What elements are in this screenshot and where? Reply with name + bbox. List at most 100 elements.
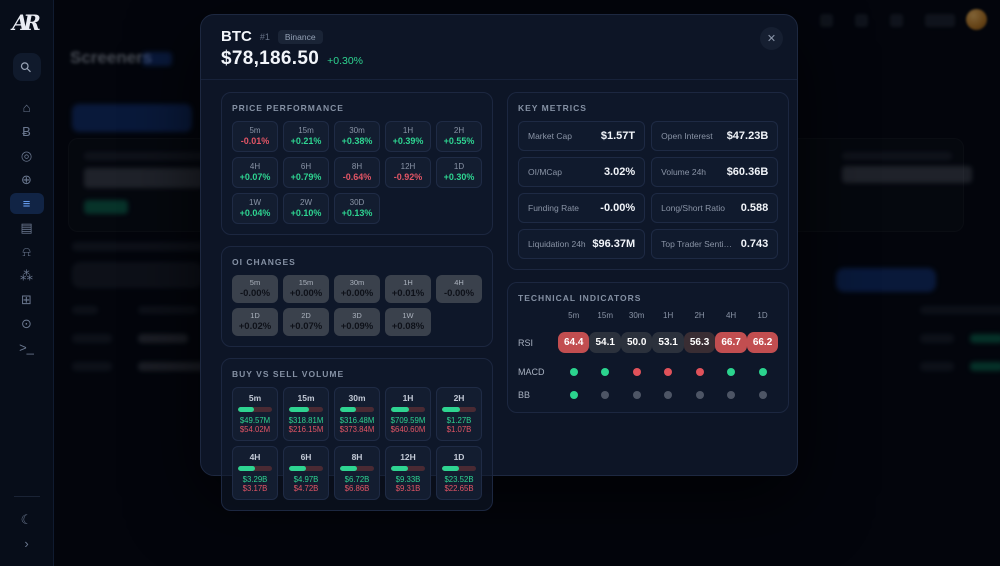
oi-changes-grid: 5m -0.00% 15m +0.00% 30m +0.00% 1H +0.01… <box>232 275 482 336</box>
ti-column-label: 1H <box>652 311 683 320</box>
buy-sell-bar <box>289 407 323 412</box>
price-perf-tile: 1W +0.04% <box>232 193 278 224</box>
macd-dot <box>664 368 672 376</box>
sidebar-item-markets[interactable]: ◎ <box>10 145 44 166</box>
close-button[interactable]: ✕ <box>760 27 783 50</box>
sidebar-divider <box>14 496 40 497</box>
coin-price: $78,186.50 <box>221 48 319 70</box>
sidebar-item-terminal[interactable]: >_ <box>10 337 44 358</box>
technical-indicators-table: 5m15m30m1H2H4H1DRSI64.454.150.053.156.36… <box>518 311 778 402</box>
volume-tile: 12H $9.33B $9.31B <box>385 446 431 500</box>
volume-tile: 8H $6.72B $6.86B <box>334 446 380 500</box>
search-icon: ⚲ <box>17 57 36 76</box>
collapse-chevron-icon[interactable]: › <box>10 533 44 554</box>
price-performance-card: PRICE PERFORMANCE 5m -0.01% 15m +0.21% 3… <box>221 92 493 235</box>
ti-row-macd: MACD <box>518 365 778 379</box>
buy-sell-bar <box>238 466 272 471</box>
metric-box: Open Interest $47.23B <box>651 121 778 151</box>
macd-dot <box>696 368 704 376</box>
ti-row-label: MACD <box>518 367 558 377</box>
oi-change-chip: 3D +0.09% <box>334 308 380 336</box>
sidebar-item-coins[interactable]: Ƀ <box>10 121 44 142</box>
bb-dot <box>759 391 767 399</box>
sidebar-item-globe[interactable]: ⊕ <box>10 169 44 190</box>
macd-dot <box>633 368 641 376</box>
price-perf-tile: 12H -0.92% <box>385 157 431 188</box>
macd-dot <box>601 368 609 376</box>
volume-tile: 6H $4.97B $4.72B <box>283 446 329 500</box>
bb-dot <box>664 391 672 399</box>
metric-box: OI/MCap 3.02% <box>518 157 645 187</box>
oi-change-chip: 2D +0.07% <box>283 308 329 336</box>
sidebar-item-home[interactable]: ⌂ <box>10 97 44 118</box>
price-perf-tile: 2W +0.10% <box>283 193 329 224</box>
price-perf-tile: 30m +0.38% <box>334 121 380 152</box>
sidebar-item-docs[interactable]: ▤ <box>10 217 44 238</box>
ti-column-label: 5m <box>558 311 589 320</box>
rsi-chip: 50.0 <box>621 332 652 353</box>
buy-sell-volume-card: BUY VS SELL VOLUME 5m $49.57M $54.02M 15… <box>221 358 493 511</box>
metric-box: Funding Rate -0.00% <box>518 193 645 223</box>
volume-tile: 1H $709.59M $640.60M <box>385 387 431 441</box>
section-title: OI CHANGES <box>232 257 482 267</box>
sidebar-item-rewards[interactable]: ⊞ <box>10 289 44 310</box>
section-title: TECHNICAL INDICATORS <box>518 293 778 303</box>
ti-column-label: 1D <box>747 311 778 320</box>
volume-tile: 30m $316.48M $373.84M <box>334 387 380 441</box>
rsi-chip: 53.1 <box>652 332 683 353</box>
ti-column-label: 15m <box>589 311 620 320</box>
bb-dot <box>601 391 609 399</box>
ti-column-label: 2H <box>684 311 715 320</box>
price-perf-tile: 1D +0.30% <box>436 157 482 188</box>
section-title: KEY METRICS <box>518 103 778 113</box>
metric-box: Volume 24h $60.36B <box>651 157 778 187</box>
rsi-chip: 66.2 <box>747 332 778 353</box>
price-perf-tile: 6H +0.79% <box>283 157 329 188</box>
volume-tile: 2H $1.27B $1.07B <box>436 387 482 441</box>
ti-row-bb: BB <box>518 388 778 402</box>
oi-change-chip: 1H +0.01% <box>385 275 431 303</box>
technical-indicators-card: TECHNICAL INDICATORS 5m15m30m1H2H4H1D RSI… <box>507 282 789 413</box>
macd-dot <box>727 368 735 376</box>
metric-box: Market Cap $1.57T <box>518 121 645 151</box>
ti-column-label: 30m <box>621 311 652 320</box>
rsi-chip: 56.3 <box>684 332 715 353</box>
ti-row-label: RSI <box>518 338 558 348</box>
coin-detail-modal: BTC #1 Binance $78,186.50 +0.30% ✕ PRICE… <box>200 14 798 476</box>
macd-dot <box>570 368 578 376</box>
price-perf-tile: 30D +0.13% <box>334 193 380 224</box>
close-icon: ✕ <box>767 32 776 45</box>
volume-tile: 1D $23.52B $22.65B <box>436 446 482 500</box>
sidebar-item-screeners[interactable]: ≡ <box>10 193 44 214</box>
price-perf-tile: 15m +0.21% <box>283 121 329 152</box>
oi-changes-card: OI CHANGES 5m -0.00% 15m +0.00% 30m +0. <box>221 246 493 347</box>
search-button[interactable]: ⚲ <box>13 53 41 81</box>
buy-sell-bar <box>340 407 374 412</box>
buy-sell-bar <box>442 466 476 471</box>
section-title: PRICE PERFORMANCE <box>232 103 482 113</box>
price-perf-tile: 5m -0.01% <box>232 121 278 152</box>
buy-sell-bar <box>340 466 374 471</box>
metric-box: Long/Short Ratio 0.588 <box>651 193 778 223</box>
bb-dot <box>727 391 735 399</box>
price-perf-tile: 2H +0.55% <box>436 121 482 152</box>
buy-sell-bar <box>238 407 272 412</box>
ti-row-label: BB <box>518 390 558 400</box>
key-metrics-card: KEY METRICS Market Cap $1.57T Open Inter… <box>507 92 789 270</box>
price-performance-grid: 5m -0.01% 15m +0.21% 30m +0.38% 1H +0.39… <box>232 121 482 224</box>
volume-tile: 4H $3.29B $3.17B <box>232 446 278 500</box>
ti-column-label: 4H <box>715 311 746 320</box>
macd-dot <box>759 368 767 376</box>
sidebar-item-network[interactable]: ⁂ <box>10 265 44 286</box>
oi-change-chip: 4H -0.00% <box>436 275 482 303</box>
price-perf-tile: 4H +0.07% <box>232 157 278 188</box>
sidebar-item-watch[interactable]: ⊙ <box>10 313 44 334</box>
key-metrics-grid: Market Cap $1.57T Open Interest $47.23B … <box>518 121 778 259</box>
rsi-chip: 64.4 <box>558 332 589 353</box>
theme-toggle-moon-icon[interactable]: ☾ <box>10 509 44 530</box>
section-title: BUY VS SELL VOLUME <box>232 369 482 379</box>
price-perf-tile: 1H +0.39% <box>385 121 431 152</box>
bb-dot <box>570 391 578 399</box>
sidebar-item-alerts[interactable]: ⍾ <box>10 241 44 262</box>
bb-dot <box>696 391 704 399</box>
